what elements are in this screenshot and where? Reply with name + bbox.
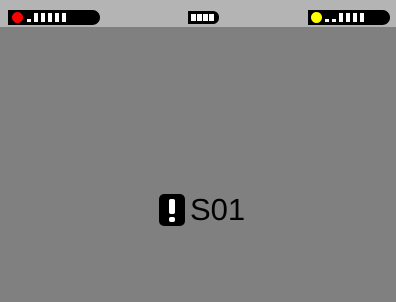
signal-bar <box>339 13 343 22</box>
signal-bar <box>346 13 350 22</box>
signal-bar <box>55 13 59 22</box>
signal-bar <box>27 19 31 22</box>
signal-bar <box>325 19 329 22</box>
signal-bar <box>41 13 45 22</box>
battery-cell <box>191 14 196 21</box>
signal-bar <box>332 19 336 22</box>
signal-bar <box>353 13 357 22</box>
signal-bar <box>360 13 364 22</box>
red-status-led-icon <box>12 12 23 23</box>
yellow-status-led-icon <box>311 12 322 23</box>
right-signal-indicator <box>308 10 390 25</box>
signal-bar <box>34 13 38 22</box>
signal-bar <box>48 13 52 22</box>
signal-bar <box>62 13 66 22</box>
exclamation-icon <box>159 194 185 226</box>
left-signal-indicator <box>8 10 100 25</box>
status-bar <box>0 0 396 27</box>
battery-icon <box>188 11 219 24</box>
battery-cell <box>209 14 214 21</box>
battery-cell <box>197 14 202 21</box>
alert-code: S01 <box>190 192 246 227</box>
battery-cell <box>203 14 208 21</box>
device-screen: S01 <box>0 0 396 302</box>
